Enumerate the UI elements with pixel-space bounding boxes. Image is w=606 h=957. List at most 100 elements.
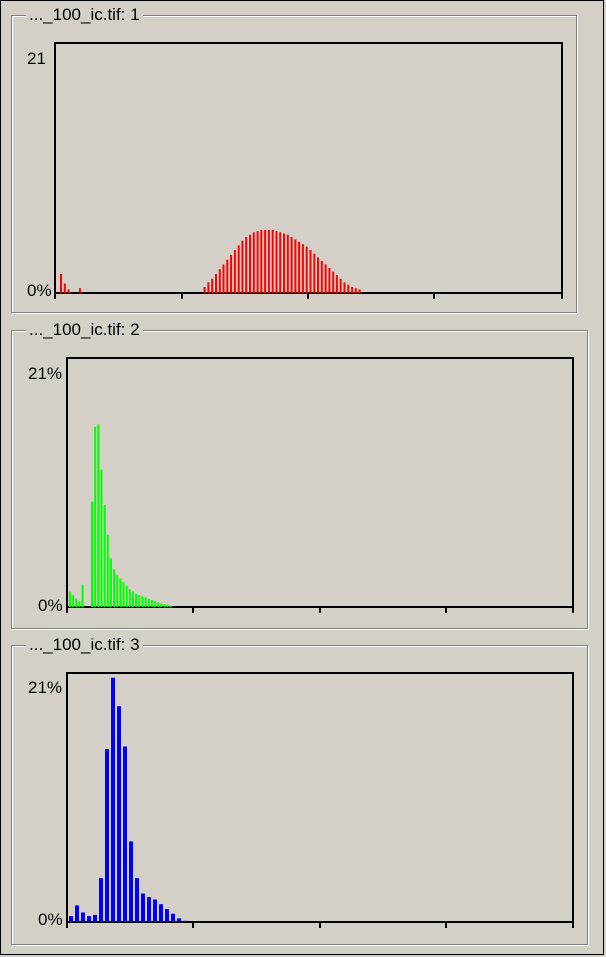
histogram-bar bbox=[157, 602, 160, 607]
histogram-bar bbox=[106, 534, 109, 607]
histogram-bar bbox=[183, 920, 187, 922]
histogram-bar bbox=[222, 264, 225, 293]
histogram-bar bbox=[100, 469, 103, 607]
histogram-chart-1: 21 0% bbox=[27, 42, 563, 300]
histogram-bar bbox=[105, 748, 109, 922]
histogram-bar bbox=[351, 287, 354, 293]
histogram-bar bbox=[147, 897, 151, 922]
histogram-bar bbox=[256, 231, 259, 293]
histogram-bar bbox=[309, 250, 312, 293]
histogram-bar bbox=[141, 893, 145, 922]
histogram-bar bbox=[154, 601, 157, 607]
histogram-bar bbox=[87, 916, 91, 922]
histogram-bar bbox=[147, 598, 150, 607]
histogram-bar bbox=[123, 746, 127, 922]
histogram-bar bbox=[129, 841, 133, 922]
plot-area bbox=[66, 672, 574, 923]
y-min-label: 0% bbox=[38, 596, 63, 615]
histogram-bar bbox=[241, 240, 244, 293]
histogram-bar bbox=[286, 234, 289, 293]
histogram-bar bbox=[283, 233, 285, 293]
histogram-bar bbox=[317, 257, 319, 293]
histogram-bar bbox=[103, 505, 106, 607]
histogram-bar bbox=[81, 912, 85, 922]
histogram-bar bbox=[119, 578, 122, 607]
histogram-bar bbox=[226, 259, 229, 293]
histogram-bar bbox=[237, 245, 240, 293]
histogram-bar bbox=[78, 288, 81, 293]
histogram-bar bbox=[94, 426, 97, 607]
histogram-bar bbox=[171, 913, 175, 922]
plot-area bbox=[54, 42, 563, 294]
histogram-bar bbox=[69, 591, 71, 607]
histogram-bar bbox=[109, 558, 112, 607]
histogram-bar bbox=[144, 597, 147, 607]
histogram-bar bbox=[343, 282, 346, 293]
histogram-bar bbox=[218, 269, 221, 293]
histogram-bar bbox=[264, 229, 267, 293]
histogram-bar bbox=[78, 601, 81, 607]
histogram-bar bbox=[252, 232, 255, 293]
histogram-bar bbox=[166, 604, 169, 607]
histogram-bar bbox=[260, 229, 263, 293]
y-max-label: 21% bbox=[28, 364, 62, 383]
histogram-bar bbox=[150, 599, 153, 607]
histogram-bar bbox=[233, 250, 236, 293]
histogram-bar bbox=[339, 278, 342, 293]
histogram-bar bbox=[93, 914, 97, 922]
histogram-bar bbox=[132, 591, 134, 607]
histogram-bar bbox=[245, 237, 248, 293]
histogram-bar bbox=[111, 677, 115, 922]
histogram-bar bbox=[165, 909, 169, 922]
histogram-bar bbox=[60, 274, 62, 293]
y-min-label: 0% bbox=[38, 910, 63, 929]
histogram-bar bbox=[305, 246, 308, 293]
histogram-bar bbox=[75, 905, 79, 922]
histogram-bar bbox=[159, 904, 163, 922]
histogram-bar bbox=[290, 237, 293, 293]
histogram-bar bbox=[294, 239, 297, 293]
histogram-bar bbox=[347, 284, 350, 293]
histogram-bar bbox=[63, 283, 66, 293]
histogram-bar bbox=[207, 282, 210, 293]
histogram-bar bbox=[135, 878, 139, 922]
y-max-label: 21 bbox=[27, 49, 46, 68]
histogram-bar bbox=[97, 424, 100, 607]
histogram-bar bbox=[320, 260, 323, 293]
histogram-bar bbox=[328, 268, 331, 293]
histogram-bar bbox=[138, 595, 141, 607]
histogram-bar bbox=[271, 229, 274, 293]
histogram-bar bbox=[279, 232, 282, 293]
histogram-bar bbox=[116, 575, 119, 607]
histogram-bar bbox=[72, 595, 75, 607]
histogram-bar bbox=[177, 918, 181, 922]
histogram-bar bbox=[160, 603, 163, 607]
histogram-bar bbox=[125, 585, 128, 607]
histogram-bar bbox=[99, 878, 103, 922]
histogram-bar bbox=[354, 288, 357, 293]
histogram-bar bbox=[203, 287, 206, 293]
histogram-bar bbox=[117, 706, 121, 922]
histogram-bar bbox=[122, 582, 125, 607]
histogram-charts: 21 0% 21% 0% 21% 0% bbox=[27, 42, 574, 929]
histogram-bar bbox=[128, 589, 131, 607]
plot-area bbox=[66, 357, 574, 608]
histogram-bar bbox=[67, 289, 70, 293]
histogram-bar bbox=[324, 264, 327, 293]
histogram-bar bbox=[313, 253, 316, 293]
histogram-bar bbox=[249, 234, 251, 293]
histogram-bar bbox=[141, 596, 144, 607]
histogram-bar bbox=[75, 598, 78, 607]
histogram-bar bbox=[113, 569, 116, 607]
histogram-bar bbox=[69, 916, 73, 922]
histogram-bar bbox=[135, 594, 138, 607]
histogram-bar bbox=[169, 605, 172, 607]
histogram-bar bbox=[215, 274, 217, 293]
histogram-bar bbox=[332, 271, 335, 293]
y-max-label: 21% bbox=[28, 678, 62, 697]
histogram-chart-2: 21% 0% bbox=[28, 357, 574, 615]
histogram-bar bbox=[91, 501, 93, 607]
histogram-bar bbox=[298, 241, 301, 293]
histogram-bar bbox=[81, 584, 84, 607]
histogram-bar bbox=[230, 254, 233, 293]
